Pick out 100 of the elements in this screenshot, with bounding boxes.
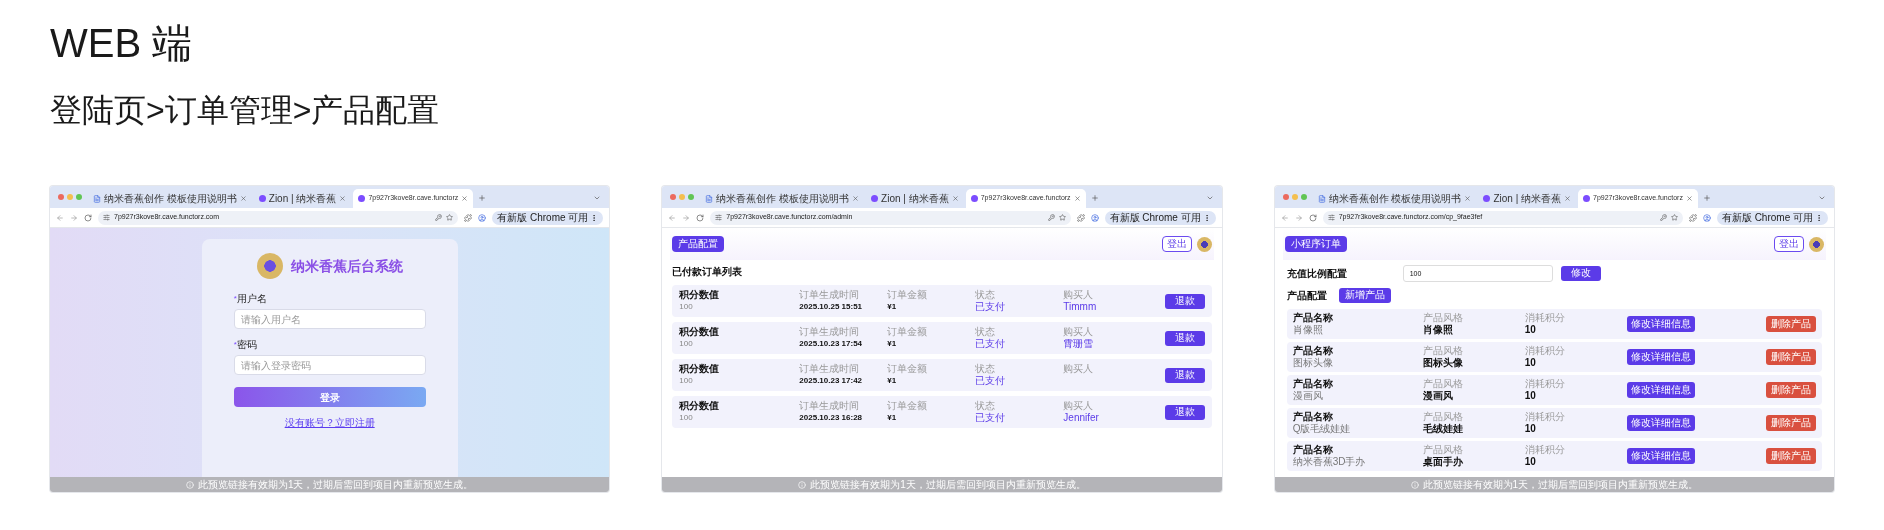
delete-product-button[interactable]: 删除产品 xyxy=(1766,448,1816,464)
site-settings-icon[interactable] xyxy=(715,214,723,221)
back-icon[interactable] xyxy=(56,213,64,222)
browser-tab[interactable]: Zion | 纳米香蕉 xyxy=(866,189,964,208)
extensions-icon[interactable] xyxy=(1076,213,1085,222)
logout-button[interactable]: 登出 xyxy=(1161,236,1192,252)
new-tab-icon[interactable] xyxy=(1090,194,1099,202)
refund-button[interactable]: 退款 xyxy=(1164,330,1205,346)
delete-product-button[interactable]: 删除产品 xyxy=(1766,349,1816,365)
delete-product-button[interactable]: 删除产品 xyxy=(1766,415,1816,431)
field-value: 已支付 xyxy=(975,301,1007,313)
avatar-icon[interactable] xyxy=(1196,236,1212,252)
footer-text: 此预览链接有效期为1天，过期后需回到项目内重新预览生成。 xyxy=(1422,479,1699,490)
field-label: 产品风格 xyxy=(1422,444,1464,456)
avatar-icon[interactable] xyxy=(1809,236,1824,252)
refund-button[interactable]: 退款 xyxy=(1164,367,1205,383)
login-button[interactable]: 登录 xyxy=(233,387,426,407)
field-value: ¥1 xyxy=(887,301,898,313)
add-product-button[interactable]: 新增产品 xyxy=(1338,287,1391,303)
field-label: 产品风格 xyxy=(1422,411,1464,423)
field-value: 100 xyxy=(679,338,694,350)
delete-product-button[interactable]: 删除产品 xyxy=(1766,382,1816,398)
tab-title: 纳米香蕉创作 模板使用说明书 xyxy=(1328,192,1462,206)
reload-icon[interactable] xyxy=(696,213,705,222)
reload-icon[interactable] xyxy=(84,213,92,222)
key-icon[interactable] xyxy=(435,214,443,221)
browser-tab[interactable]: 纳米香蕉创作 模板使用说明书 xyxy=(700,189,865,208)
browser-tab[interactable]: 纳米香蕉创作 模板使用说明书 xyxy=(88,189,252,208)
key-icon[interactable] xyxy=(1659,214,1667,221)
menu-icon[interactable] xyxy=(1815,213,1823,222)
close-icon[interactable] xyxy=(1564,195,1572,202)
new-tab-icon[interactable] xyxy=(478,194,487,202)
field-value: 纳米香蕉3D手办 xyxy=(1292,456,1367,468)
close-icon[interactable] xyxy=(339,195,347,202)
close-icon[interactable] xyxy=(239,195,247,202)
refund-button[interactable]: 退款 xyxy=(1164,404,1205,420)
close-icon[interactable] xyxy=(951,195,959,202)
modify-button[interactable]: 修改 xyxy=(1560,265,1601,281)
ratio-label: 充值比例配置 xyxy=(1286,266,1348,281)
browser-tab[interactable]: Zion | 纳米香蕉 xyxy=(1478,189,1577,208)
extensions-icon[interactable] xyxy=(1688,213,1697,222)
key-icon[interactable] xyxy=(1047,214,1055,221)
field-label: 购买人 xyxy=(1063,326,1095,338)
input-field[interactable]: 请输入用户名 xyxy=(233,309,426,329)
logout-button[interactable]: 登出 xyxy=(1774,236,1804,252)
forward-icon[interactable] xyxy=(70,213,78,222)
field-value: Q版毛绒娃娃 xyxy=(1292,423,1352,435)
input-field[interactable]: 请输入登录密码 xyxy=(233,355,426,375)
profile-icon[interactable] xyxy=(1702,213,1711,222)
refund-button[interactable]: 退款 xyxy=(1164,293,1205,309)
bookmark-star-icon[interactable] xyxy=(1670,214,1678,221)
field-value: ¥1 xyxy=(887,375,898,387)
edit-details-button[interactable]: 修改详细信息 xyxy=(1626,415,1695,431)
bookmark-star-icon[interactable] xyxy=(1058,214,1066,221)
new-tab-icon[interactable] xyxy=(1702,194,1711,202)
edit-details-button[interactable]: 修改详细信息 xyxy=(1626,448,1695,464)
chevron-down-icon[interactable] xyxy=(1205,194,1214,202)
back-icon[interactable] xyxy=(1280,213,1289,222)
profile-icon[interactable] xyxy=(1090,213,1099,222)
edit-details-button[interactable]: 修改详细信息 xyxy=(1626,316,1695,332)
close-icon[interactable] xyxy=(1073,195,1081,202)
footer-text: 此预览链接有效期为1天，过期后需回到项目内重新预览生成。 xyxy=(197,479,474,490)
nav-button[interactable]: 小程序订单 xyxy=(1284,236,1347,252)
delete-product-button[interactable]: 删除产品 xyxy=(1766,316,1816,332)
site-logo-icon xyxy=(358,195,366,202)
nav-button[interactable]: 产品配置 xyxy=(672,236,725,252)
extensions-icon[interactable] xyxy=(464,213,473,222)
back-icon[interactable] xyxy=(668,213,677,222)
edit-details-button[interactable]: 修改详细信息 xyxy=(1626,349,1695,365)
chevron-down-icon[interactable] xyxy=(1818,194,1826,202)
field-label: 订单生成时间 xyxy=(799,363,861,375)
field-label: 订单生成时间 xyxy=(799,326,861,338)
edit-details-button[interactable]: 修改详细信息 xyxy=(1626,382,1695,398)
field-label: 购买人 xyxy=(1063,363,1095,375)
profile-icon[interactable] xyxy=(478,213,487,222)
site-logo-icon xyxy=(871,195,879,202)
section-heading: 产品配置 xyxy=(1286,288,1328,303)
reload-icon[interactable] xyxy=(1308,213,1317,222)
required-mark: * xyxy=(233,338,237,351)
field-value: 10 xyxy=(1524,357,1537,369)
close-icon[interactable] xyxy=(852,195,860,202)
update-chrome-button[interactable]: 有新版 Chrome 可用 xyxy=(1104,210,1216,225)
field-value: 100 xyxy=(679,375,694,387)
site-settings-icon[interactable] xyxy=(1327,214,1335,221)
close-icon[interactable] xyxy=(461,195,469,202)
browser-tab[interactable]: Zion | 纳米香蕉 xyxy=(253,189,352,208)
forward-icon[interactable] xyxy=(682,213,691,222)
chevron-down-icon[interactable] xyxy=(593,194,602,202)
bookmark-star-icon[interactable] xyxy=(446,214,454,221)
browser-tab[interactable]: 纳米香蕉创作 模板使用说明书 xyxy=(1312,189,1477,208)
close-icon[interactable] xyxy=(1685,195,1693,202)
update-chrome-button[interactable]: 有新版 Chrome 可用 xyxy=(492,210,604,225)
site-settings-icon[interactable] xyxy=(103,214,110,221)
forward-icon[interactable] xyxy=(1294,213,1303,222)
close-icon[interactable] xyxy=(1464,195,1472,202)
site-logo-icon xyxy=(258,195,266,202)
tab-title: Zion | 纳米香蕉 xyxy=(268,192,337,206)
update-chrome-button[interactable]: 有新版 Chrome 可用 xyxy=(1716,210,1828,225)
register-link[interactable]: 没有账号？立即注册 xyxy=(284,415,375,430)
field-label: 订单金额 xyxy=(887,400,929,412)
